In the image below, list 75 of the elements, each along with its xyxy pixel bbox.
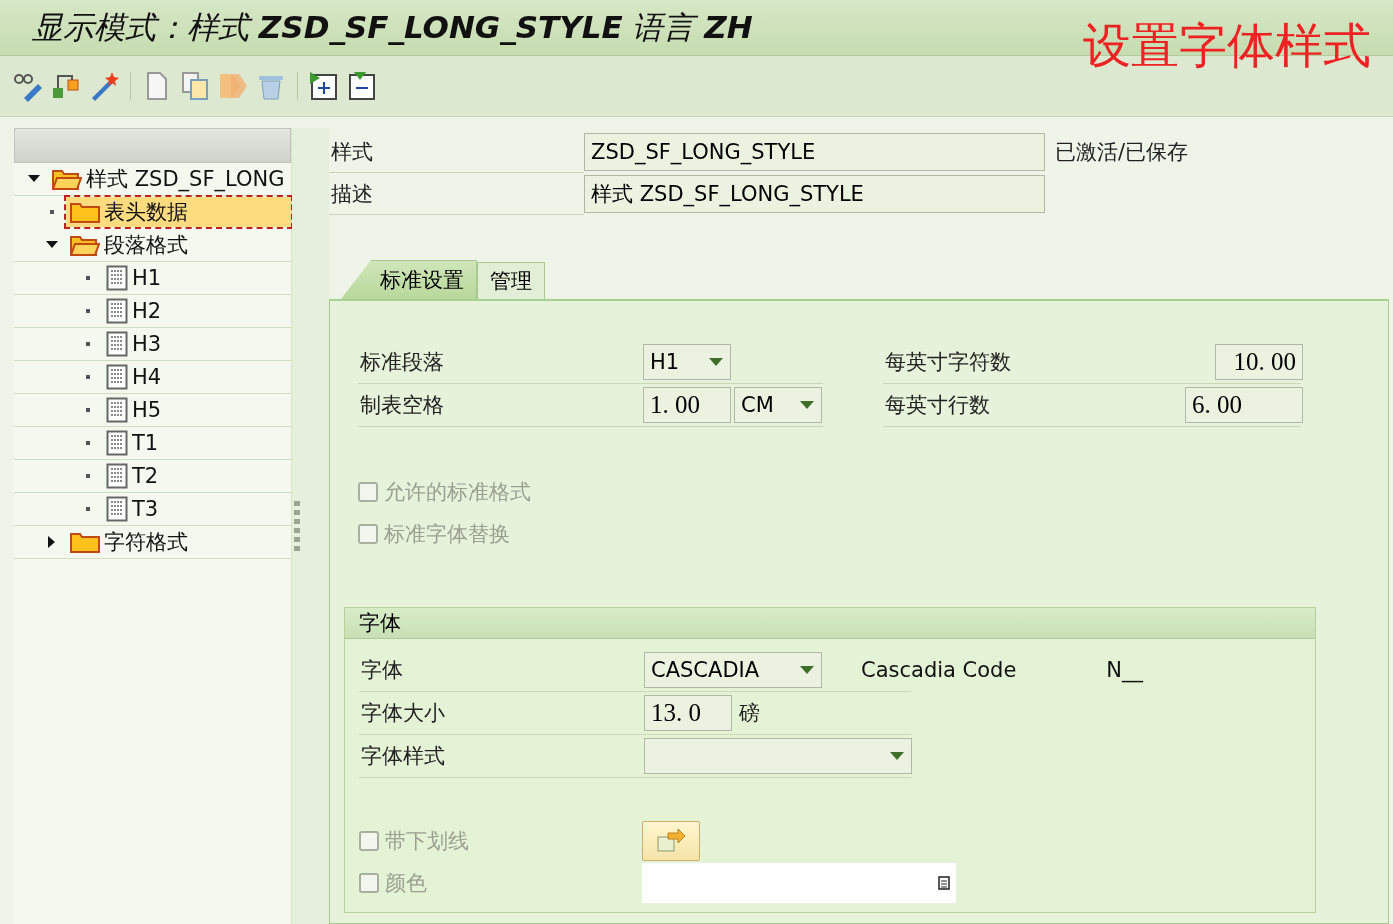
field-label: 标准段落 — [359, 349, 445, 376]
status-text: 已激活/已保存 — [1055, 139, 1189, 166]
field-label: 字体大小 — [360, 700, 446, 727]
tree-item[interactable]: H5 — [102, 395, 166, 425]
bullet-icon — [86, 309, 90, 313]
field-label: 字体 — [360, 657, 404, 684]
input-field[interactable]: 6. 00 — [1185, 387, 1303, 423]
unit-label: 磅 — [739, 700, 760, 727]
dropdown-arrow-icon[interactable] — [799, 665, 815, 675]
input-field[interactable]: ZSD_SF_LONG_STYLE — [584, 133, 1045, 171]
dropdown-field[interactable]: H1 — [643, 344, 731, 380]
input-field[interactable]: 13. 0 — [644, 695, 732, 731]
input-field[interactable]: 样式 ZSD_SF_LONG_STYLE — [584, 175, 1045, 213]
bullet-icon — [86, 342, 90, 346]
input-field[interactable]: 10. 00 — [1215, 344, 1303, 380]
bullet-icon — [86, 474, 90, 478]
field-label: 每英寸字符数 — [884, 349, 1012, 376]
field-label: 字体样式 — [360, 743, 446, 770]
font-code-text: N__ — [1106, 658, 1144, 682]
bullet-icon — [86, 408, 90, 412]
tab[interactable]: 管理 — [477, 262, 545, 299]
bullet-icon — [86, 276, 90, 280]
annotation-text: 设置字体样式 — [1083, 16, 1371, 75]
expand-all-icon[interactable] — [308, 70, 340, 102]
window-title: 显示模式：样式 ZSD_SF_LONG_STYLE 语言 ZH — [32, 7, 753, 47]
dropdown-field[interactable] — [644, 738, 912, 774]
document-icon — [106, 298, 128, 324]
document-icon — [106, 397, 128, 423]
color-button[interactable] — [642, 821, 700, 861]
bullet-icon — [86, 375, 90, 379]
open-folder-icon — [52, 168, 82, 190]
dropdown-arrow-icon[interactable] — [799, 400, 815, 410]
tree-item[interactable]: 样式 ZSD_SF_LONG — [48, 164, 289, 194]
font-name-text: Cascadia Code — [861, 658, 1017, 682]
search-help-icon[interactable] — [938, 876, 950, 890]
tree-item[interactable]: 段落格式 — [66, 230, 192, 260]
open-folder-icon — [70, 234, 100, 256]
tree-item[interactable]: T1 — [102, 428, 163, 458]
dropdown-arrow-icon[interactable] — [889, 751, 905, 761]
checkbox-label: 带下划线 — [385, 828, 469, 855]
tree-item[interactable]: T2 — [102, 461, 163, 491]
collapse-all-icon[interactable] — [346, 70, 378, 102]
dropdown-field[interactable]: CASCADIA — [644, 652, 822, 688]
tree-item[interactable]: H1 — [102, 263, 166, 293]
field-label: 制表空格 — [359, 392, 445, 419]
document-icon — [106, 496, 128, 522]
checkbox-label: 允许的标准格式 — [384, 479, 531, 506]
document-icon — [106, 265, 128, 291]
dropdown-arrow-icon[interactable] — [708, 357, 724, 367]
splitter-handle[interactable] — [294, 501, 300, 551]
color-field[interactable] — [642, 863, 956, 903]
checkbox-label: 颜色 — [385, 870, 427, 897]
document-icon — [106, 463, 128, 489]
tree-item[interactable]: H3 — [102, 329, 166, 359]
field-label: 每英寸行数 — [884, 392, 991, 419]
tree-item[interactable]: H4 — [102, 362, 166, 392]
document-icon — [106, 331, 128, 357]
tree-item[interactable]: T3 — [102, 494, 163, 524]
tree-item[interactable]: H2 — [102, 296, 166, 326]
checkbox-label: 标准字体替换 — [384, 521, 510, 548]
bullet-icon — [50, 210, 54, 214]
folder-icon — [70, 201, 100, 223]
copy-icon[interactable] — [179, 70, 211, 102]
document-icon — [106, 364, 128, 390]
bullet-icon — [86, 441, 90, 445]
input-field[interactable]: 1. 00 — [643, 387, 731, 423]
folder-icon — [70, 531, 100, 553]
export-icon — [656, 829, 686, 853]
tree-item[interactable]: 表头数据 — [66, 197, 291, 227]
document-icon — [106, 430, 128, 456]
bullet-icon — [86, 507, 90, 511]
tab[interactable]: 标准设置 — [341, 260, 477, 299]
tree-item[interactable]: 字符格式 — [66, 527, 192, 557]
dropdown-field[interactable]: CM — [734, 387, 822, 423]
group-title: 字体 — [345, 608, 1315, 639]
